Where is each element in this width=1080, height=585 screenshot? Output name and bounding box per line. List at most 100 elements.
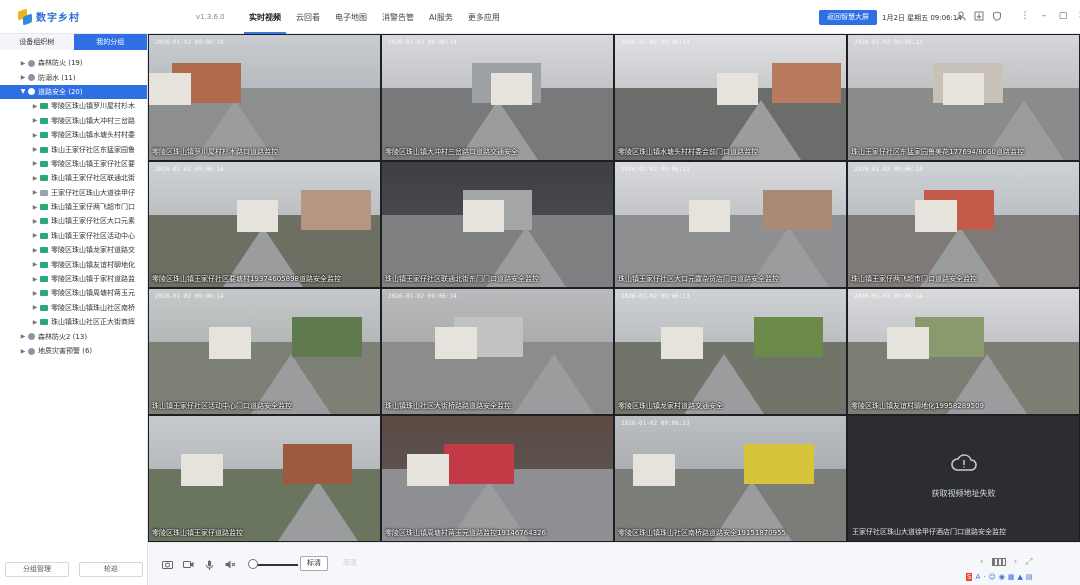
tree-camera-node[interactable]: ▶ 珠山镇王家仔社区活动中心 bbox=[0, 229, 147, 243]
microphone-icon[interactable] bbox=[202, 559, 216, 570]
caret-right-icon[interactable]: ▶ bbox=[18, 333, 28, 340]
maximize-icon[interactable]: ▢ bbox=[1058, 10, 1068, 22]
tray-a-icon[interactable]: A bbox=[975, 573, 980, 581]
tree-camera-node[interactable]: ▶ 零陵区珠山镇周塘村蒋玉元 bbox=[0, 286, 147, 300]
tree-node-label: 零陵区珠山镇于家村道路监 bbox=[51, 275, 135, 284]
return-dashboard-button[interactable]: 返回智慧大屏 bbox=[819, 10, 877, 25]
record-icon[interactable] bbox=[181, 559, 195, 570]
nav-ai-service[interactable]: AI服务 bbox=[424, 0, 458, 34]
volume-icon[interactable] bbox=[223, 559, 237, 570]
tree-group-node[interactable]: ▶ 防溺水 (11) bbox=[0, 70, 147, 84]
ime-icon[interactable]: S bbox=[966, 573, 973, 581]
caret-right-icon[interactable]: ▶ bbox=[30, 103, 40, 110]
tree-camera-node[interactable]: ▶ 零陵区珠山镇龙家村道路交 bbox=[0, 243, 147, 257]
video-tile[interactable]: 零陵区珠山镇周塘村蒋玉元道路监控19146764326 bbox=[382, 416, 613, 541]
caret-right-icon[interactable]: ▶ bbox=[30, 189, 40, 196]
caret-right-icon[interactable]: ▶ bbox=[30, 261, 40, 268]
next-page-icon[interactable]: › bbox=[1014, 557, 1018, 567]
video-tile[interactable]: 2026-01-02 09:06:14 零陵区珠山镇大冲村三岔路口道路交通安全 bbox=[382, 35, 613, 160]
tree-camera-node[interactable]: ▶ 零陵区珠山镇罗川屋村杉木 bbox=[0, 99, 147, 113]
caret-right-icon[interactable]: ▶ bbox=[30, 146, 40, 153]
tree-camera-node[interactable]: ▶ 零陵区珠山镇王家仔社区要 bbox=[0, 157, 147, 171]
tree-camera-node[interactable]: ▶ 零陵区珠山镇大冲村三岔路 bbox=[0, 114, 147, 128]
tree-camera-node[interactable]: ▶ 珠山镇珠山社区正大街商辉 bbox=[0, 315, 147, 329]
caret-right-icon[interactable]: ▶ bbox=[18, 348, 28, 355]
quality-standard-button[interactable]: 标清 bbox=[300, 556, 328, 571]
tree-group-node[interactable]: ▶ 森林防火2 (13) bbox=[0, 329, 147, 343]
nav-alarms[interactable]: 消警告管 bbox=[377, 0, 419, 34]
video-tile[interactable]: 珠山镇王家仔社区联通北街东门门口道路安全监控 bbox=[382, 162, 613, 287]
prev-page-icon[interactable]: ‹ bbox=[980, 557, 984, 567]
caret-right-icon[interactable]: ▶ bbox=[30, 175, 40, 182]
tree-camera-node[interactable]: ▶ 珠山镇王家仔社区联通北街 bbox=[0, 171, 147, 185]
video-tile[interactable]: 2026-01-02 09:06:13 零陵区珠山镇水塘头村村委会前门口道路监控 bbox=[615, 35, 846, 160]
caret-right-icon[interactable]: ▶ bbox=[30, 218, 40, 225]
tray-grid-icon[interactable]: ▤ bbox=[1026, 573, 1033, 581]
fullscreen-icon[interactable]: ⤢ bbox=[1025, 557, 1032, 567]
video-tile[interactable]: 2026-01-02 09:06:13 珠山王家仔社区东猛家园鲁美花177694/… bbox=[848, 35, 1079, 160]
shield-icon[interactable] bbox=[991, 10, 1003, 22]
nav-map[interactable]: 电子地图 bbox=[330, 0, 372, 34]
video-tile[interactable]: 2026-01-02 09:06:14 零陵区珠山镇王家仔社区要塘村1937460… bbox=[149, 162, 380, 287]
tree-camera-node[interactable]: ▶ 零陵区珠山镇于家村道路监 bbox=[0, 272, 147, 286]
caret-down-icon[interactable]: ▼ bbox=[18, 88, 28, 95]
caret-right-icon[interactable]: ▶ bbox=[30, 247, 40, 254]
caret-right-icon[interactable]: ▶ bbox=[30, 276, 40, 283]
caret-right-icon[interactable]: ▶ bbox=[30, 132, 40, 139]
tree-group-node[interactable]: ▶ 地质灾害预警 (6) bbox=[0, 344, 147, 358]
video-timestamp: 2026-01-02 09:06:14 bbox=[854, 293, 923, 300]
snapshot-icon[interactable] bbox=[160, 559, 174, 570]
caret-right-icon[interactable]: ▶ bbox=[30, 160, 40, 167]
download-icon[interactable] bbox=[973, 10, 985, 22]
video-tile[interactable]: 2026-01-02 09:06:14 珠山镇珠山社区大街桥路路道路安全监控 bbox=[382, 289, 613, 414]
volume-slider-handle[interactable] bbox=[248, 559, 258, 569]
tray-dot-icon[interactable]: · bbox=[983, 573, 985, 581]
video-tile[interactable]: 2026-01-02 09:06:13 零陵区珠山镇珠山社区南桥路道路安全1915… bbox=[615, 416, 846, 541]
video-timestamp: 2026-01-02 09:06:13 bbox=[621, 39, 690, 46]
tree-camera-node[interactable]: ▶ 珠山王家仔社区东猛家园鲁 bbox=[0, 142, 147, 156]
layout-icon[interactable] bbox=[991, 558, 1006, 566]
tray-emoji-icon[interactable]: ☺ bbox=[988, 573, 995, 581]
tree-camera-node[interactable]: ▶ 零陵区珠山镇珠山社区南桥 bbox=[0, 301, 147, 315]
caret-right-icon[interactable]: ▶ bbox=[30, 204, 40, 211]
video-tile[interactable]: 2026-01-02 09:06:14 珠山镇王家仔社区活动中心门口道路安全监控 bbox=[149, 289, 380, 414]
caret-right-icon[interactable]: ▶ bbox=[30, 319, 40, 326]
caret-right-icon[interactable]: ▶ bbox=[18, 60, 28, 67]
tree-camera-node[interactable]: ▶ 王家仔社区珠山大道徐甲仔 bbox=[0, 186, 147, 200]
nav-more-apps[interactable]: 更多应用 bbox=[463, 0, 505, 34]
tree-group-node[interactable]: ▶ 森林防火 (19) bbox=[0, 56, 147, 70]
video-tile[interactable]: 零陵区珠山镇王家仔道路监控 bbox=[149, 416, 380, 541]
tree-camera-node[interactable]: ▶ 零陵区珠山镇友谊村聊地化 bbox=[0, 257, 147, 271]
video-tile[interactable]: 获取视频地址失败 王家仔社区珠山大道徐甲仔酒店门口道路安全监控 bbox=[848, 416, 1079, 541]
tray-keyboard-icon[interactable]: ▦ bbox=[1008, 573, 1015, 581]
caret-right-icon[interactable]: ▶ bbox=[18, 74, 28, 81]
nav-live-video[interactable]: 实时视频 bbox=[244, 0, 286, 34]
tray-shirt-icon[interactable]: ▲ bbox=[1018, 573, 1023, 581]
video-tile[interactable]: 2026-01-02 09:06:13 零陵区珠山镇龙家村道路交通安全 bbox=[615, 289, 846, 414]
video-timestamp: 2026-01-02 09:06:14 bbox=[155, 39, 224, 46]
video-tile[interactable]: 2026-01-02 09:06:14 珠山镇王家仔两飞超市门口道路安全监控 bbox=[848, 162, 1079, 287]
tree-camera-node[interactable]: ▶ 珠山镇王家仔两飞超市门口 bbox=[0, 200, 147, 214]
video-tile[interactable]: 2026-01-02 09:06:14 零陵区珠山镇友谊村聊地化199582895… bbox=[848, 289, 1079, 414]
caret-right-icon[interactable]: ▶ bbox=[30, 304, 40, 311]
video-tile[interactable]: 2026-01-02 09:06:13 珠山镇王家仔社区大口元露杂货店门口道路安全… bbox=[615, 162, 846, 287]
patrol-button[interactable]: 轮巡 bbox=[79, 561, 143, 577]
video-building bbox=[762, 189, 833, 230]
video-tile[interactable]: 2026-01-02 09:06:14 零陵区珠山镇罗川屋村杉木路口道路监控 bbox=[149, 35, 380, 160]
tab-my-groups[interactable]: 我的分组 bbox=[73, 34, 147, 50]
tree-node-label: 道路安全 (20) bbox=[38, 87, 83, 96]
tree-camera-node[interactable]: ▶ 珠山镇王家仔社区大口元素 bbox=[0, 214, 147, 228]
tree-group-node[interactable]: ▼ 道路安全 (20) bbox=[0, 84, 147, 100]
caret-right-icon[interactable]: ▶ bbox=[30, 117, 40, 124]
tree-camera-node[interactable]: ▶ 零陵区珠山镇水塘头村村委 bbox=[0, 128, 147, 142]
menu-icon[interactable]: ⋮ bbox=[1020, 10, 1030, 22]
minimize-icon[interactable]: – bbox=[1039, 10, 1049, 22]
tray-mic-icon[interactable]: ◉ bbox=[999, 573, 1005, 581]
group-manage-button[interactable]: 分组管理 bbox=[5, 561, 69, 577]
tab-device-tree[interactable]: 设备组织树 bbox=[0, 34, 74, 50]
caret-right-icon[interactable]: ▶ bbox=[30, 290, 40, 297]
caret-right-icon[interactable]: ▶ bbox=[30, 232, 40, 239]
nav-cloud-playback[interactable]: 云回看 bbox=[291, 0, 325, 34]
user-icon[interactable] bbox=[955, 10, 967, 22]
volume-slider-track[interactable] bbox=[252, 564, 298, 566]
